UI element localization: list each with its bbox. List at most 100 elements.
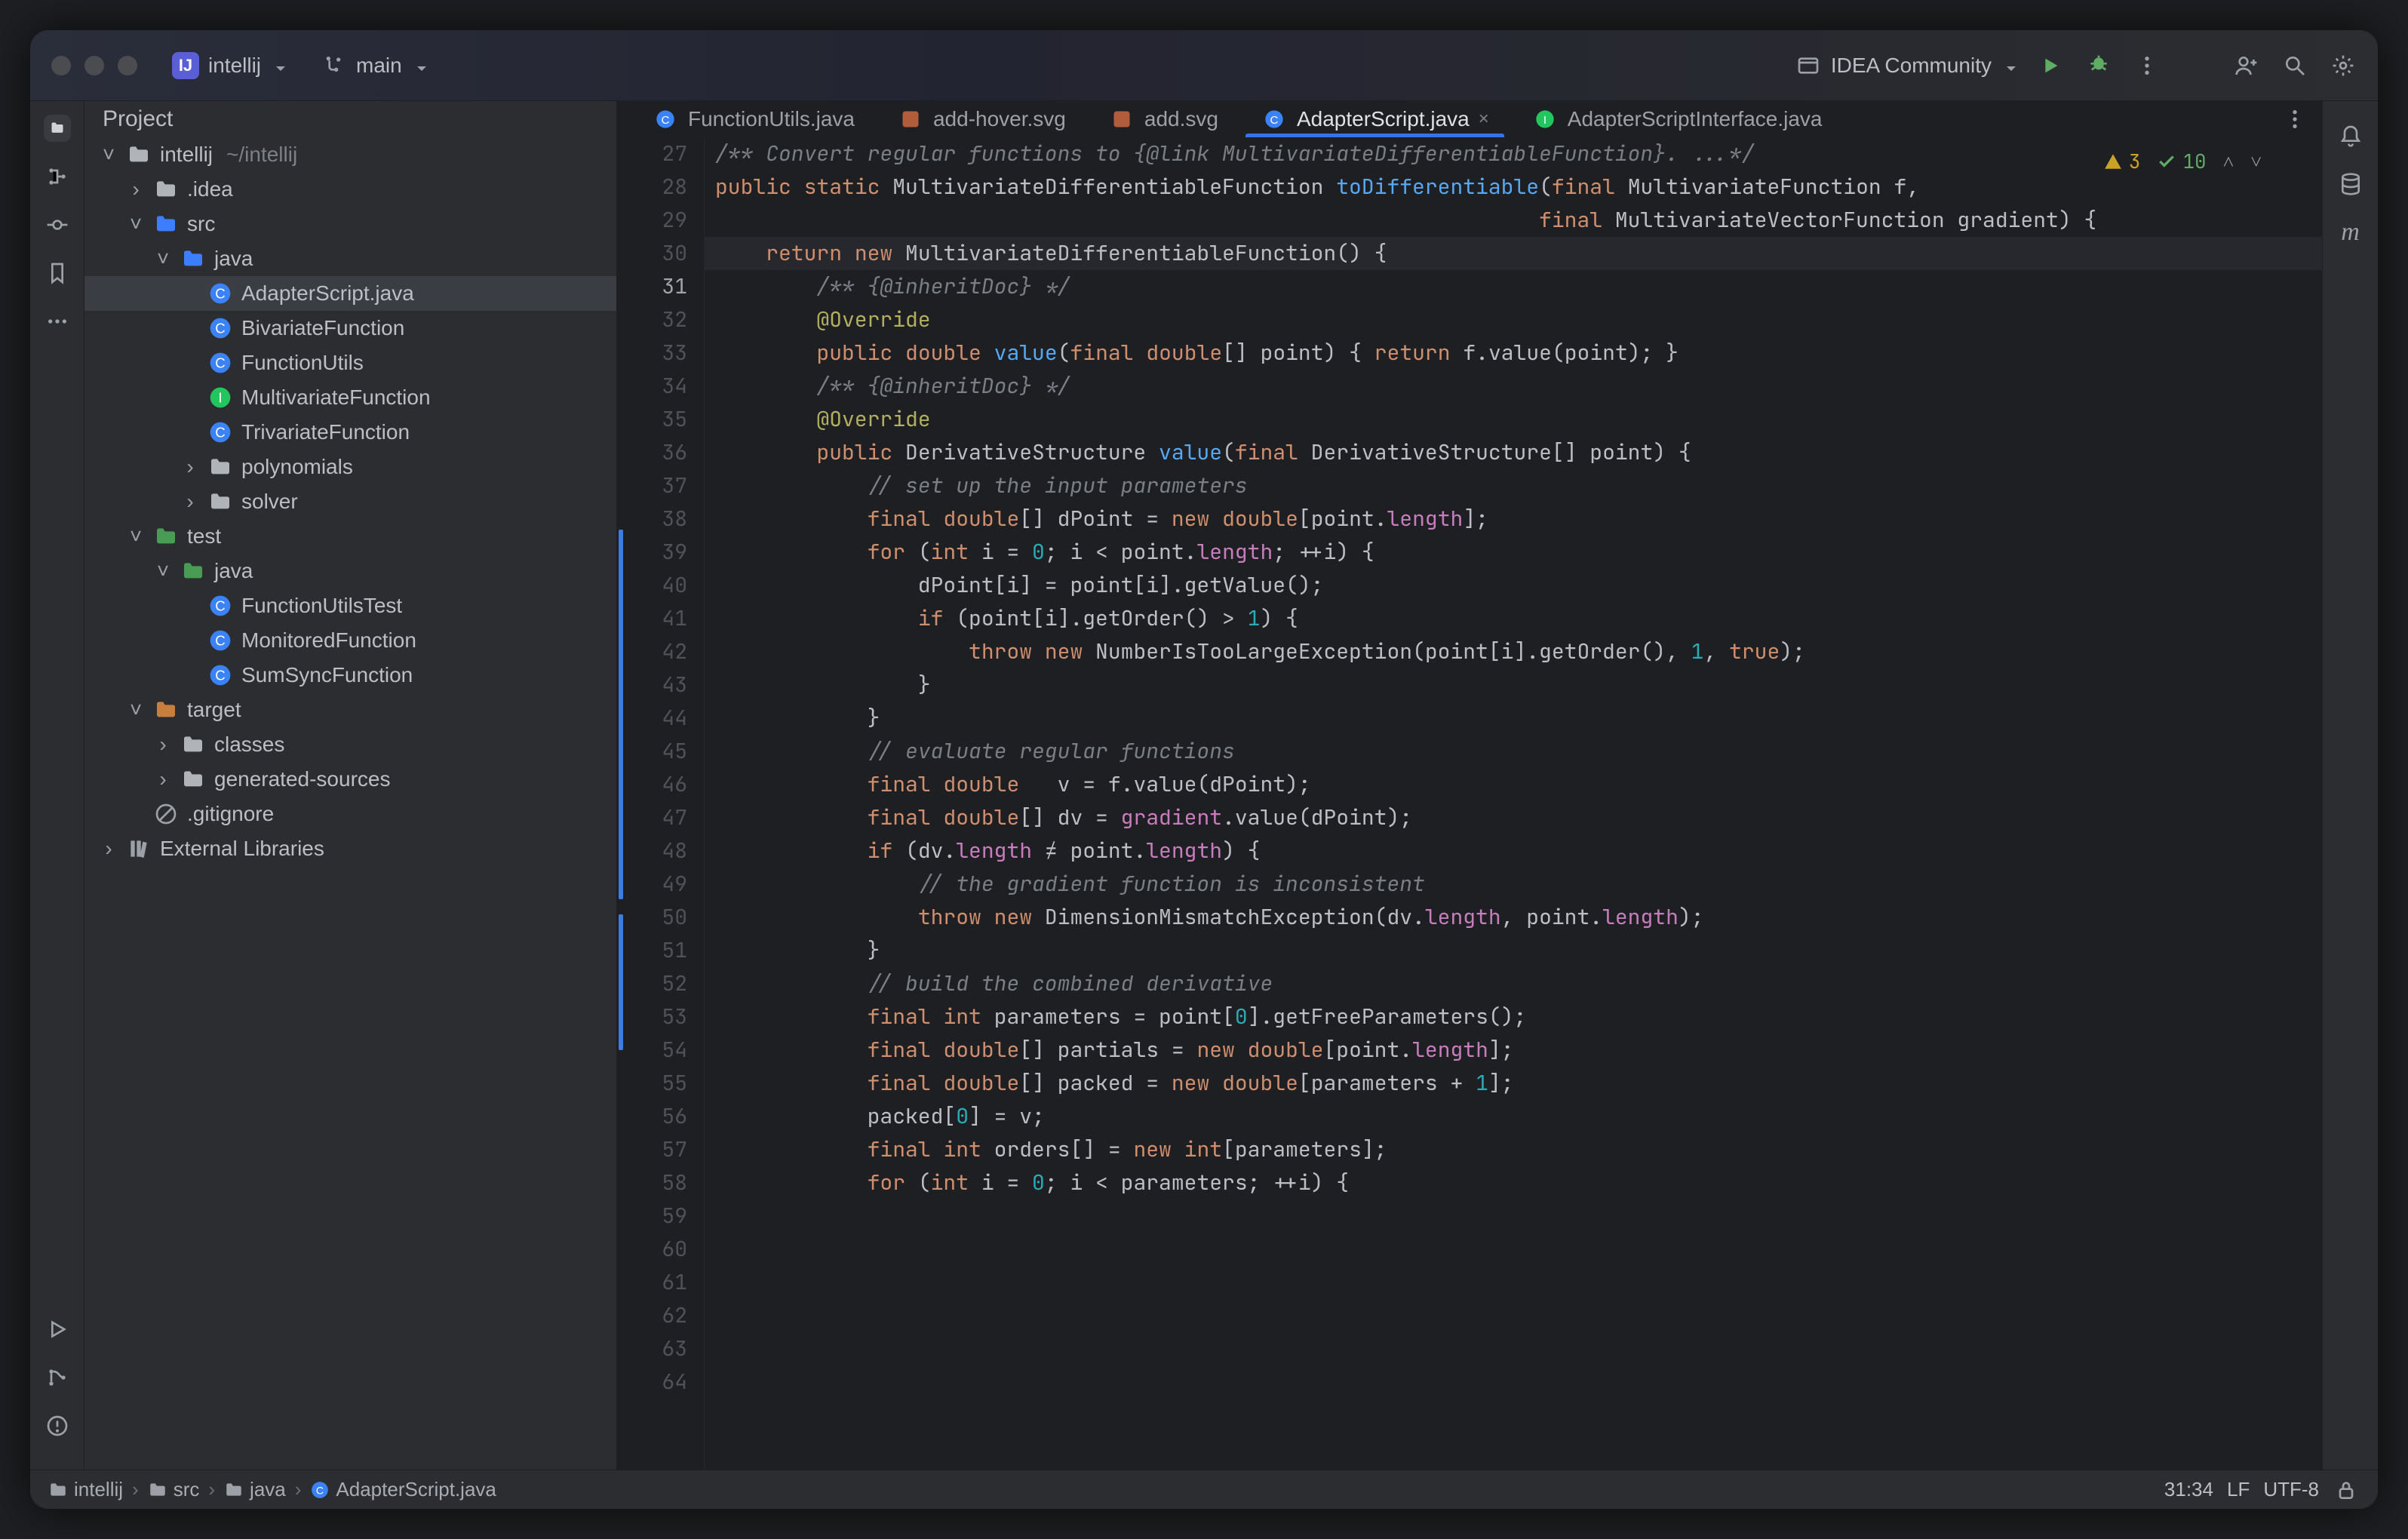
- code-line[interactable]: if (point[i].getOrder() > 1) {: [705, 602, 2322, 635]
- editor-tab[interactable]: CFunctionUtils.java: [631, 101, 876, 137]
- search-icon[interactable]: [2281, 52, 2308, 79]
- breadcrumb-item[interactable]: CAdapterScript.java: [310, 1478, 496, 1501]
- close-tab-icon[interactable]: ×: [1479, 109, 1489, 130]
- editor-tab[interactable]: add.svg: [1087, 101, 1239, 137]
- code-editor[interactable]: 2728293031323334353637383940414243444546…: [617, 137, 2322, 1470]
- editor-tab[interactable]: CAdapterScript.java×: [1239, 101, 1510, 137]
- editor-tab[interactable]: IAdapterScriptInterface.java: [1510, 101, 1844, 137]
- code-line[interactable]: final int orders[] = new int[parameters]…: [705, 1133, 2322, 1166]
- code-line[interactable]: /** {@inheritDoc} */: [705, 270, 2322, 303]
- run-tool-icon[interactable]: [44, 1316, 71, 1343]
- next-highlight-icon[interactable]: ˅: [2250, 145, 2262, 178]
- code-line[interactable]: // the gradient function is inconsistent: [705, 868, 2322, 901]
- debug-button[interactable]: [2085, 52, 2112, 79]
- tabs-more-icon[interactable]: [2281, 106, 2308, 133]
- inspection-widget[interactable]: 3 10 ˄ ˅: [2103, 145, 2262, 178]
- database-icon[interactable]: [2337, 170, 2364, 198]
- tree-solver[interactable]: ›solver: [84, 484, 616, 519]
- code-line[interactable]: if (dv.length ≠ point.length) {: [705, 834, 2322, 868]
- editor-tab[interactable]: add-hover.svg: [876, 101, 1087, 137]
- lock-icon[interactable]: [2333, 1476, 2360, 1504]
- code-line[interactable]: return new MultivariateDifferentiableFun…: [705, 237, 2322, 270]
- code-line[interactable]: public double value(final double[] point…: [705, 336, 2322, 370]
- code-line[interactable]: public static MultivariateDifferentiable…: [705, 170, 2322, 204]
- code-line[interactable]: final double[] dv = gradient.value(dPoin…: [705, 801, 2322, 834]
- code-line[interactable]: /** {@inheritDoc} */: [705, 370, 2322, 403]
- warnings-count[interactable]: 3: [2103, 145, 2141, 178]
- code-line[interactable]: final int parameters = point[0].getFreeP…: [705, 1000, 2322, 1034]
- code-line[interactable]: packed[0] = v;: [705, 1100, 2322, 1133]
- code-with-me-icon[interactable]: [2233, 52, 2260, 79]
- settings-icon[interactable]: [2330, 52, 2357, 79]
- tree-file-MultivariateFunction[interactable]: IMultivariateFunction: [84, 380, 616, 415]
- code-line[interactable]: }: [705, 934, 2322, 967]
- code-line[interactable]: // evaluate regular functions: [705, 735, 2322, 768]
- run-button[interactable]: [2037, 52, 2064, 79]
- tree-src[interactable]: ˅src: [84, 207, 616, 241]
- maven-icon[interactable]: m: [2337, 219, 2364, 246]
- tree-gitignore[interactable]: .gitignore: [84, 797, 616, 831]
- breadcrumb[interactable]: intellij›src›java›CAdapterScript.java: [48, 1478, 496, 1501]
- tree-file-SumSyncFunction[interactable]: CSumSyncFunction: [84, 658, 616, 693]
- tree-idea[interactable]: ›.idea: [84, 172, 616, 207]
- minimize-window-dot[interactable]: [84, 56, 104, 75]
- code-line[interactable]: // build the combined derivative: [705, 967, 2322, 1000]
- code-line[interactable]: }: [705, 668, 2322, 702]
- tree-polynomials[interactable]: ›polynomials: [84, 450, 616, 484]
- git-tool-icon[interactable]: [44, 1364, 71, 1391]
- tree-test[interactable]: ˅test: [84, 519, 616, 554]
- code-line[interactable]: for (int i = 0; i < point.length; ++i) {: [705, 536, 2322, 569]
- maximize-window-dot[interactable]: [118, 56, 137, 75]
- bookmarks-tool-icon[interactable]: [44, 260, 71, 287]
- tree-file-FunctionUtilsTest[interactable]: CFunctionUtilsTest: [84, 588, 616, 623]
- file-encoding[interactable]: UTF-8: [2263, 1478, 2319, 1501]
- code-line[interactable]: throw new DimensionMismatchException(dv.…: [705, 901, 2322, 934]
- code-line[interactable]: throw new NumberIsTooLargeException(poin…: [705, 635, 2322, 668]
- notifications-icon[interactable]: [2337, 122, 2364, 149]
- code-line[interactable]: final double[] dPoint = new double[point…: [705, 502, 2322, 536]
- tree-file-AdapterScript.java[interactable]: CAdapterScript.java: [84, 276, 616, 311]
- vcs-branch[interactable]: main: [320, 52, 426, 79]
- code-line[interactable]: @Override: [705, 303, 2322, 336]
- breadcrumb-item[interactable]: src: [148, 1478, 200, 1501]
- project-selector[interactable]: IJ intellij: [158, 48, 299, 84]
- prev-highlight-icon[interactable]: ˄: [2223, 145, 2234, 178]
- line-separator[interactable]: LF: [2227, 1478, 2250, 1501]
- more-tool-icon[interactable]: [44, 308, 71, 335]
- code-line[interactable]: dPoint[i] = point[i].getValue();: [705, 569, 2322, 602]
- close-window-dot[interactable]: [51, 56, 71, 75]
- code-line[interactable]: final MultivariateVectorFunction gradien…: [705, 204, 2322, 237]
- commit-tool-icon[interactable]: [44, 211, 71, 238]
- product-selector[interactable]: IDEA Community: [1795, 52, 2016, 79]
- project-tool-icon[interactable]: [44, 115, 71, 142]
- code-line[interactable]: final double[] partials = new double[poi…: [705, 1034, 2322, 1067]
- tree-ext-libs[interactable]: ›External Libraries: [84, 831, 616, 866]
- code-line[interactable]: }: [705, 702, 2322, 735]
- breadcrumb-item[interactable]: java: [224, 1478, 286, 1501]
- code-line[interactable]: public DerivativeStructure value(final D…: [705, 436, 2322, 469]
- tree-src-java[interactable]: ˅java: [84, 241, 616, 276]
- tree-generated[interactable]: ›generated-sources: [84, 762, 616, 797]
- code-line[interactable]: final double[] packed = new double[param…: [705, 1067, 2322, 1100]
- tree-file-TrivariateFunction[interactable]: CTrivariateFunction: [84, 415, 616, 450]
- tree-file-MonitoredFunction[interactable]: CMonitoredFunction: [84, 623, 616, 658]
- code-line[interactable]: /** Convert regular functions to {@link …: [705, 137, 2322, 170]
- tree-file-FunctionUtils[interactable]: CFunctionUtils: [84, 346, 616, 380]
- code-line[interactable]: @Override: [705, 403, 2322, 436]
- problems-tool-icon[interactable]: [44, 1412, 71, 1439]
- window-controls[interactable]: [51, 56, 137, 75]
- project-tree[interactable]: ˅intellij~/intellij›.idea˅src˅javaCAdapt…: [84, 137, 616, 1470]
- tree-classes[interactable]: ›classes: [84, 727, 616, 762]
- code-area[interactable]: 3 10 ˄ ˅ /** Convert regular functions t…: [705, 137, 2322, 1470]
- code-line[interactable]: final double v = f.value(dPoint);: [705, 768, 2322, 801]
- code-line[interactable]: // set up the input parameters: [705, 469, 2322, 502]
- breadcrumb-item[interactable]: intellij: [48, 1478, 123, 1501]
- tree-test-java[interactable]: ˅java: [84, 554, 616, 588]
- code-line[interactable]: for (int i = 0; i < parameters; ++i) {: [705, 1166, 2322, 1200]
- more-actions-icon[interactable]: [2133, 52, 2161, 79]
- tree-target[interactable]: ˅target: [84, 693, 616, 727]
- ok-count[interactable]: 10: [2157, 145, 2206, 178]
- caret-position[interactable]: 31:34: [2164, 1478, 2213, 1501]
- tree-file-BivariateFunction[interactable]: CBivariateFunction: [84, 311, 616, 346]
- structure-tool-icon[interactable]: [44, 163, 71, 190]
